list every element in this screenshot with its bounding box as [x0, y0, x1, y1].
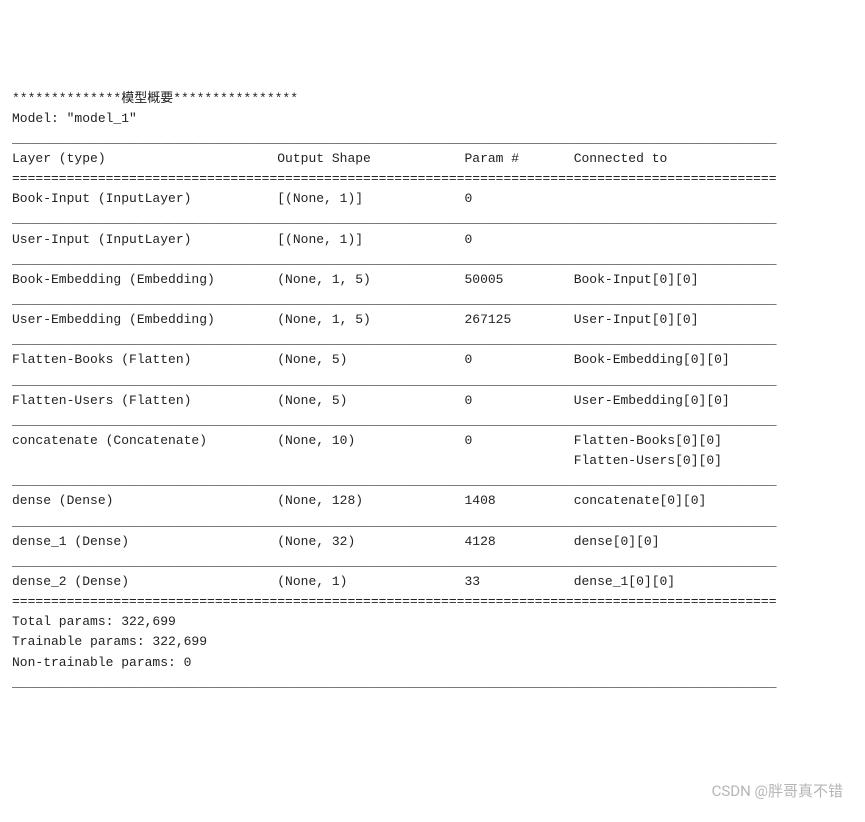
layer-row: Flatten-Books (Flatten) (None, 5) 0 Book…	[12, 350, 853, 370]
layer-row: User-Input (InputLayer) [(None, 1)] 0	[12, 230, 853, 250]
layer-row: Flatten-Users (Flatten) (None, 5) 0 User…	[12, 391, 853, 411]
layer-row: dense_2 (Dense) (None, 1) 33 dense_1[0][…	[12, 572, 853, 592]
trainable-params: Trainable params: 322,699	[12, 632, 853, 652]
model-summary-text: **************模型概要****************Model:…	[12, 89, 853, 693]
column-headers: Layer (type) Output Shape Param # Connec…	[12, 149, 853, 169]
rule-equals: ========================================…	[12, 169, 853, 189]
section-title: **************模型概要****************	[12, 89, 853, 109]
model-name: Model: "model_1"	[12, 109, 853, 129]
layer-row: dense_1 (Dense) (None, 32) 4128 dense[0]…	[12, 532, 853, 552]
layer-row: dense (Dense) (None, 128) 1408 concatena…	[12, 491, 853, 511]
watermark: CSDN @胖哥真不错	[712, 780, 843, 803]
layer-row: Book-Embedding (Embedding) (None, 1, 5) …	[12, 270, 853, 290]
rule-underscore: ________________________________________…	[12, 673, 853, 693]
rule-underscore: ________________________________________…	[12, 209, 853, 229]
rule-underscore: ________________________________________…	[12, 411, 853, 431]
rule-underscore: ________________________________________…	[12, 371, 853, 391]
rule-underscore: ________________________________________…	[12, 290, 853, 310]
rule-underscore: ________________________________________…	[12, 330, 853, 350]
layer-row: Book-Input (InputLayer) [(None, 1)] 0	[12, 189, 853, 209]
rule-underscore: ________________________________________…	[12, 512, 853, 532]
rule-equals: ========================================…	[12, 592, 853, 612]
rule-underscore: ________________________________________…	[12, 552, 853, 572]
layer-row: concatenate (Concatenate) (None, 10) 0 F…	[12, 431, 853, 451]
rule-underscore: ________________________________________…	[12, 250, 853, 270]
total-params: Total params: 322,699	[12, 612, 853, 632]
rule-underscore: ________________________________________…	[12, 471, 853, 491]
non-trainable-params: Non-trainable params: 0	[12, 653, 853, 673]
layer-row: User-Embedding (Embedding) (None, 1, 5) …	[12, 310, 853, 330]
rule-underscore: ________________________________________…	[12, 129, 853, 149]
layer-row-extra: Flatten-Users[0][0]	[12, 451, 853, 471]
